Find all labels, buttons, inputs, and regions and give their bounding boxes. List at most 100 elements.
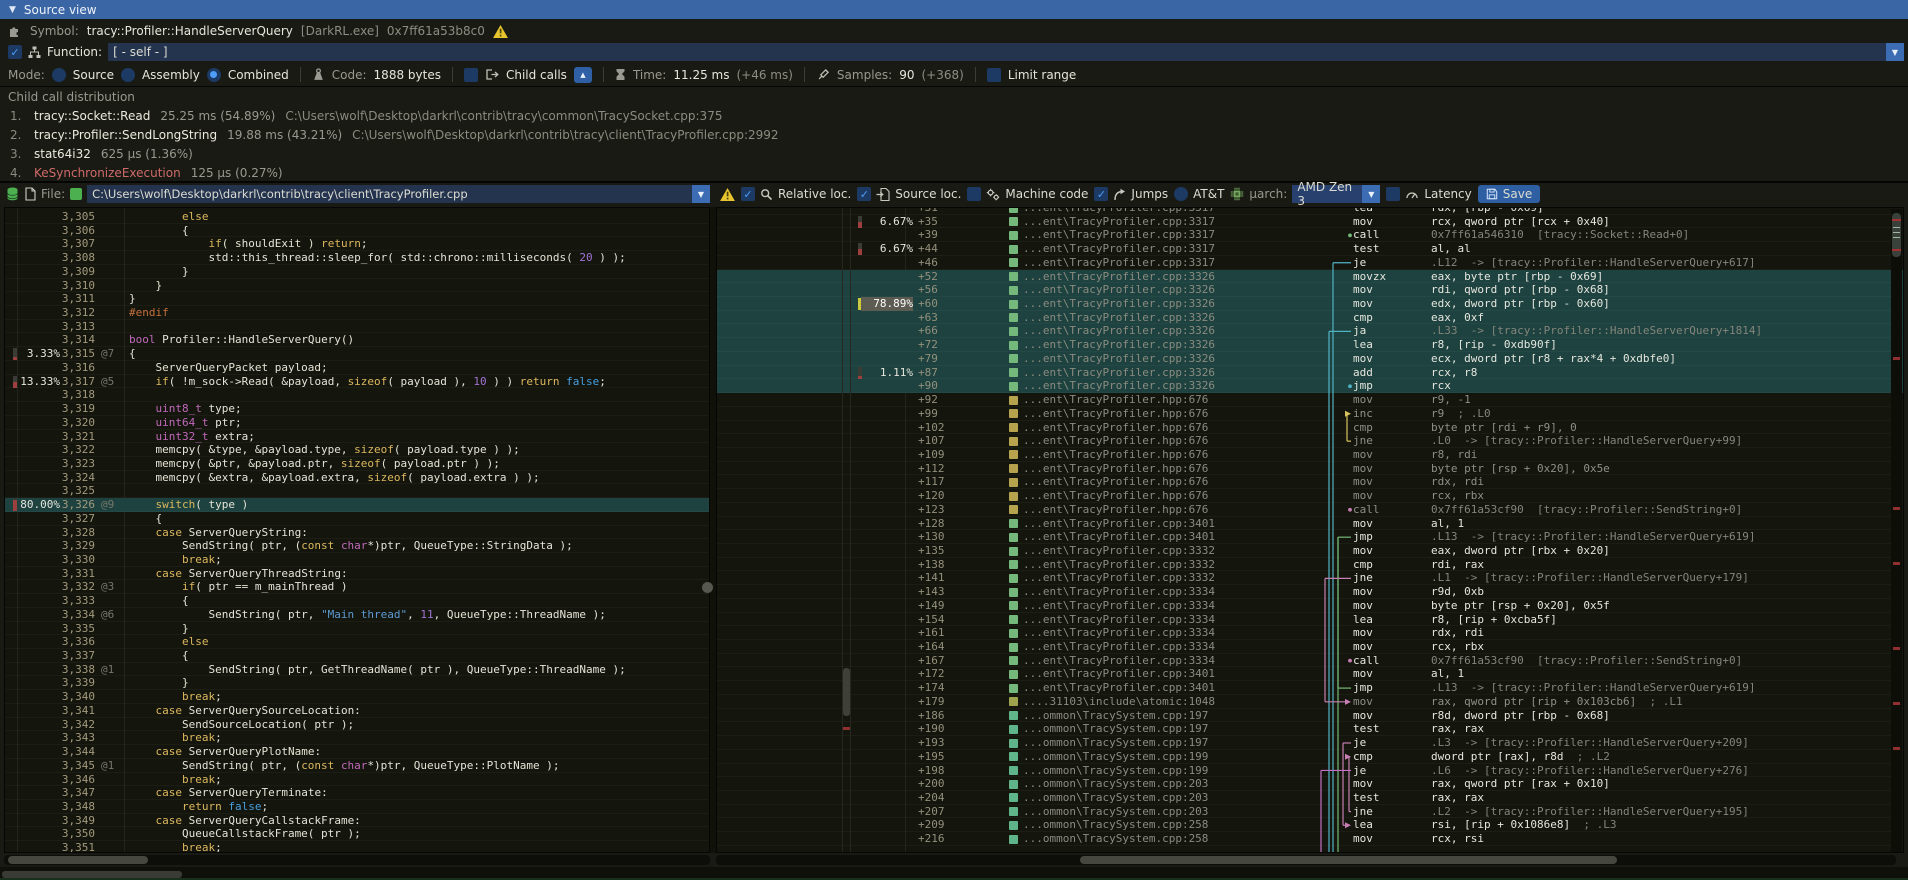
asm-row[interactable]: 6.67%+35...ent\TracyProfiler.cpp:3317mov… bbox=[717, 215, 1903, 229]
asm-row[interactable]: +117...ent\TracyProfiler.hpp:676movrdx, … bbox=[717, 475, 1903, 489]
mini-scrollbar-thumb[interactable] bbox=[843, 668, 850, 716]
latency-option[interactable]: Latency bbox=[1386, 187, 1471, 201]
function-checkbox[interactable]: ✓ bbox=[8, 45, 22, 59]
asm-row[interactable]: +161...ent\TracyProfiler.cpp:3334movrdx,… bbox=[717, 626, 1903, 640]
source-line[interactable]: 3,322 memcpy( &type, &payload.type, size… bbox=[5, 443, 709, 457]
asm-row[interactable]: +193...ommon\TracySystem.cpp:197je.L3 ->… bbox=[717, 736, 1903, 750]
child-calls-checkbox[interactable] bbox=[464, 68, 478, 82]
source-loc-option[interactable]: ✓ Source loc. bbox=[857, 187, 961, 201]
uarch-combo-arrow-icon[interactable]: ▼ bbox=[1362, 185, 1380, 203]
source-line[interactable]: 3,344 case ServerQueryPlotName: bbox=[5, 745, 709, 759]
source-line[interactable]: 3,309 } bbox=[5, 265, 709, 279]
source-line[interactable]: 3,342 SendSourceLocation( ptr ); bbox=[5, 718, 709, 732]
relative-loc-checkbox[interactable]: ✓ bbox=[741, 187, 755, 201]
file-combo[interactable]: C:\Users\wolf\Desktop\darkrl\contrib\tra… bbox=[87, 185, 710, 203]
asm-row[interactable]: +102...ent\TracyProfiler.hpp:676cmpbyte … bbox=[717, 421, 1903, 435]
asm-row[interactable]: +198...ommon\TracySystem.cpp:199je.L6 ->… bbox=[717, 764, 1903, 778]
mode-assembly-label[interactable]: Assembly bbox=[142, 68, 200, 82]
asm-row[interactable]: +56...ent\TracyProfiler.cpp:3326movrdi, … bbox=[717, 283, 1903, 297]
source-line[interactable]: 3,319 uint8_t type; bbox=[5, 402, 709, 416]
asm-row[interactable]: +39...ent\TracyProfiler.cpp:3317call0x7f… bbox=[717, 228, 1903, 242]
source-line[interactable]: 3,318 bbox=[5, 388, 709, 402]
asm-row[interactable]: +179....31103\include\atomic:1048movrax,… bbox=[717, 695, 1903, 709]
att-option[interactable]: AT&T bbox=[1174, 187, 1224, 201]
source-line[interactable]: 3,327 { bbox=[5, 512, 709, 526]
source-line[interactable]: 3,336 else bbox=[5, 635, 709, 649]
source-line[interactable]: 3,329 SendString( ptr, (const char*)ptr,… bbox=[5, 539, 709, 553]
source-line[interactable]: 3,343 break; bbox=[5, 731, 709, 745]
asm-row[interactable]: +172...ent\TracyProfiler.cpp:3401moval, … bbox=[717, 667, 1903, 681]
asm-vertical-scrollbar[interactable] bbox=[1891, 209, 1902, 852]
source-line[interactable]: 3,337 { bbox=[5, 649, 709, 663]
mode-radio-combined[interactable] bbox=[207, 68, 221, 82]
asm-row[interactable]: +186...ommon\TracySystem.cpp:197movr8d, … bbox=[717, 709, 1903, 723]
source-line[interactable]: 3,347 case ServerQueryTerminate: bbox=[5, 786, 709, 800]
source-line[interactable]: 3,324 memcpy( &extra, &payload.extra, si… bbox=[5, 471, 709, 485]
source-line[interactable]: 3,325 bbox=[5, 484, 709, 498]
asm-row[interactable]: +72...ent\TracyProfiler.cpp:3326lear8, [… bbox=[717, 338, 1903, 352]
asm-row[interactable]: +174...ent\TracyProfiler.cpp:3401jmp.L13… bbox=[717, 681, 1903, 695]
function-combo-arrow-icon[interactable]: ▼ bbox=[1886, 43, 1904, 61]
child-calls-sort-button[interactable]: ▲ bbox=[574, 67, 592, 83]
mode-combined-label[interactable]: Combined bbox=[228, 68, 289, 82]
child-calls-label[interactable]: Child calls bbox=[506, 68, 567, 82]
window-hscrollbar-thumb[interactable] bbox=[2, 871, 182, 878]
asm-row[interactable]: +190...ommon\TracySystem.cpp:197testrax,… bbox=[717, 722, 1903, 736]
mode-radio-source[interactable] bbox=[52, 68, 66, 82]
child-call-item[interactable]: 2.tracy::Profiler::SendLongString19.88 m… bbox=[0, 125, 1908, 144]
asm-row[interactable]: 1.11%+87...ent\TracyProfiler.cpp:3326add… bbox=[717, 366, 1903, 380]
collapse-icon[interactable]: ▼ bbox=[9, 5, 16, 15]
source-line[interactable]: 80.00%3,326@9 switch( type ) bbox=[5, 498, 709, 512]
asm-row[interactable]: +107...ent\TracyProfiler.hpp:676jne.L0 -… bbox=[717, 434, 1903, 448]
asm-row[interactable]: +123...ent\TracyProfiler.hpp:676call0x7f… bbox=[717, 503, 1903, 517]
asm-row[interactable]: +63...ent\TracyProfiler.cpp:3326cmpeax, … bbox=[717, 311, 1903, 325]
child-call-item[interactable]: 3.stat64i32625 µs (1.36%) bbox=[0, 144, 1908, 163]
source-line[interactable]: 3,308 std::this_thread::sleep_for( std::… bbox=[5, 251, 709, 265]
file-combo-arrow-icon[interactable]: ▼ bbox=[692, 185, 710, 203]
asm-row[interactable]: 6.67%+44...ent\TracyProfiler.cpp:3317tes… bbox=[717, 242, 1903, 256]
asm-scrollbar-thumb[interactable] bbox=[1892, 213, 1901, 257]
limit-range-label[interactable]: Limit range bbox=[1008, 68, 1076, 82]
source-line[interactable]: 3,348 return false; bbox=[5, 800, 709, 814]
asm-row[interactable]: +209...ommon\TracySystem.cpp:258learsi, … bbox=[717, 818, 1903, 832]
source-hscrollbar-thumb[interactable] bbox=[8, 856, 148, 864]
jumps-option[interactable]: ✓ Jumps bbox=[1094, 187, 1168, 201]
source-panel[interactable]: 3,305 else3,306 {3,307 if( shouldExit ) … bbox=[4, 207, 710, 853]
source-line[interactable]: 3,340 break; bbox=[5, 690, 709, 704]
source-line[interactable]: 3,341 case ServerQuerySourceLocation: bbox=[5, 704, 709, 718]
asm-row[interactable]: +109...ent\TracyProfiler.hpp:676movr8, r… bbox=[717, 448, 1903, 462]
source-line[interactable]: 3,323 memcpy( &ptr, &payload.ptr, sizeof… bbox=[5, 457, 709, 471]
asm-row[interactable]: +46...ent\TracyProfiler.cpp:3317je.L12 -… bbox=[717, 256, 1903, 270]
mode-source-label[interactable]: Source bbox=[73, 68, 114, 82]
latency-checkbox[interactable] bbox=[1386, 187, 1400, 201]
asm-row[interactable]: +130...ent\TracyProfiler.cpp:3401jmp.L13… bbox=[717, 530, 1903, 544]
source-line[interactable]: 3,331 case ServerQueryThreadString: bbox=[5, 567, 709, 581]
source-line[interactable]: 3,311} bbox=[5, 292, 709, 306]
machine-code-checkbox[interactable] bbox=[967, 187, 981, 201]
asm-row[interactable]: +204...ommon\TracySystem.cpp:203testrax,… bbox=[717, 791, 1903, 805]
limit-range-checkbox[interactable] bbox=[987, 68, 1001, 82]
source-line[interactable]: 3,330 break; bbox=[5, 553, 709, 567]
asm-row[interactable]: +135...ent\TracyProfiler.cpp:3332moveax,… bbox=[717, 544, 1903, 558]
source-line[interactable]: 3,312#endif bbox=[5, 306, 709, 320]
source-line[interactable]: 3,332@3 if( ptr == m_mainThread ) bbox=[5, 580, 709, 594]
asm-row[interactable]: +154...ent\TracyProfiler.cpp:3334lear8, … bbox=[717, 613, 1903, 627]
asm-row[interactable]: +66...ent\TracyProfiler.cpp:3326ja.L33 -… bbox=[717, 324, 1903, 338]
source-line[interactable]: 3,333 { bbox=[5, 594, 709, 608]
asm-hscrollbar[interactable] bbox=[716, 855, 1896, 865]
att-radio[interactable] bbox=[1174, 187, 1188, 201]
source-line[interactable]: 3,345@1 SendString( ptr, (const char*)pt… bbox=[5, 759, 709, 773]
uarch-combo[interactable]: AMD Zen 3 ▼ bbox=[1292, 185, 1380, 203]
source-loc-checkbox[interactable]: ✓ bbox=[857, 187, 871, 201]
asm-row[interactable]: +216...ommon\TracySystem.cpp:258movrcx, … bbox=[717, 832, 1903, 846]
source-line[interactable]: 3,310 } bbox=[5, 279, 709, 293]
asm-row[interactable]: +120...ent\TracyProfiler.hpp:676movrcx, … bbox=[717, 489, 1903, 503]
source-line[interactable]: 3,339 } bbox=[5, 676, 709, 690]
mode-radio-assembly[interactable] bbox=[121, 68, 135, 82]
source-line[interactable]: 3,349 case ServerQueryCallstackFrame: bbox=[5, 814, 709, 828]
asm-row[interactable]: +52...ent\TracyProfiler.cpp:3326movzxeax… bbox=[717, 270, 1903, 284]
asm-row[interactable]: +112...ent\TracyProfiler.hpp:676movbyte … bbox=[717, 462, 1903, 476]
asm-row[interactable]: +92...ent\TracyProfiler.hpp:676movr9, -1 bbox=[717, 393, 1903, 407]
asm-row[interactable]: +149...ent\TracyProfiler.cpp:3334movbyte… bbox=[717, 599, 1903, 613]
child-call-item[interactable]: 4.KeSynchronizeExecution125 µs (0.27%) bbox=[0, 163, 1908, 181]
